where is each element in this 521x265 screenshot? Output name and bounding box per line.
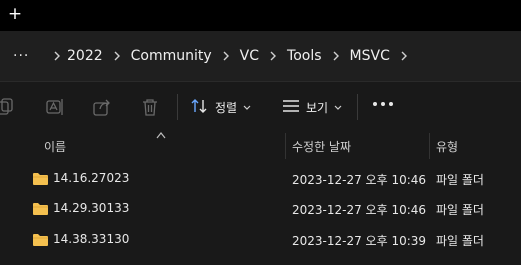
more-dot bbox=[373, 102, 377, 106]
file-name: 14.38.33130 bbox=[53, 232, 130, 246]
file-modified: 2023-12-27 오후 10:39 bbox=[292, 234, 427, 248]
breadcrumb-item-community[interactable]: Community bbox=[131, 46, 212, 66]
column-divider[interactable] bbox=[429, 133, 430, 159]
sort-button[interactable]: 정렬 bbox=[191, 96, 251, 118]
file-modified: 2023-12-27 오후 10:46 bbox=[292, 203, 427, 217]
file-modified: 2023-12-27 오후 10:46 bbox=[292, 173, 427, 187]
folder-icon bbox=[33, 203, 48, 215]
file-type: 파일 폴더 bbox=[436, 173, 484, 187]
copy-icon[interactable] bbox=[0, 98, 14, 116]
chevron-down-icon bbox=[243, 100, 251, 114]
toolbar-divider bbox=[177, 94, 178, 120]
file-row[interactable]: 14.38.33130 2023-12-27 오후 10:39 파일 폴더 bbox=[0, 225, 521, 255]
address-bar: ··· 2022 Community VC Tools MSVC bbox=[0, 31, 521, 81]
file-name: 14.29.30133 bbox=[53, 201, 130, 215]
chevron-right-icon[interactable] bbox=[212, 51, 240, 61]
sort-label: 정렬 bbox=[215, 100, 238, 115]
chevron-right-icon[interactable] bbox=[103, 51, 131, 61]
file-row[interactable]: 14.16.27023 2023-12-27 오후 10:46 파일 폴더 bbox=[0, 164, 521, 194]
breadcrumb-overflow-button[interactable]: ··· bbox=[13, 46, 43, 66]
breadcrumb-item-tools[interactable]: Tools bbox=[287, 46, 322, 66]
column-header: 이름 수정한 날짜 유형 bbox=[0, 133, 521, 159]
file-type: 파일 폴더 bbox=[436, 203, 484, 217]
column-header-name[interactable]: 이름 bbox=[44, 138, 66, 155]
file-row[interactable]: 14.29.30133 2023-12-27 오후 10:46 파일 폴더 bbox=[0, 194, 521, 224]
column-divider[interactable] bbox=[285, 133, 286, 159]
share-icon[interactable] bbox=[93, 98, 111, 116]
chevron-right-icon[interactable] bbox=[322, 51, 350, 61]
column-header-type[interactable]: 유형 bbox=[436, 138, 458, 155]
chevron-right-icon[interactable] bbox=[390, 51, 418, 61]
command-toolbar: 정렬 보기 bbox=[0, 81, 521, 131]
sort-icon bbox=[191, 98, 209, 117]
title-bar: + bbox=[0, 0, 521, 31]
breadcrumb: ··· 2022 Community VC Tools MSVC bbox=[0, 46, 418, 66]
more-dot bbox=[381, 102, 385, 106]
chevron-right-icon[interactable] bbox=[259, 51, 287, 61]
view-button[interactable]: 보기 bbox=[282, 96, 342, 118]
delete-icon[interactable] bbox=[141, 98, 159, 116]
column-header-modified[interactable]: 수정한 날짜 bbox=[292, 138, 351, 155]
breadcrumb-item-msvc[interactable]: MSVC bbox=[350, 46, 390, 66]
view-label: 보기 bbox=[306, 100, 329, 115]
new-tab-button[interactable]: + bbox=[6, 3, 24, 25]
more-dot bbox=[389, 102, 393, 106]
view-list-icon bbox=[282, 99, 300, 116]
file-name: 14.16.27023 bbox=[53, 171, 130, 185]
more-options-button[interactable] bbox=[373, 102, 393, 106]
folder-icon bbox=[33, 173, 48, 185]
toolbar-divider bbox=[357, 94, 358, 120]
rename-icon[interactable] bbox=[46, 98, 64, 116]
breadcrumb-item-vc[interactable]: VC bbox=[240, 46, 259, 66]
folder-icon bbox=[33, 234, 48, 246]
file-type: 파일 폴더 bbox=[436, 234, 484, 248]
breadcrumb-item-2022[interactable]: 2022 bbox=[67, 46, 103, 66]
chevron-down-icon bbox=[334, 100, 342, 114]
